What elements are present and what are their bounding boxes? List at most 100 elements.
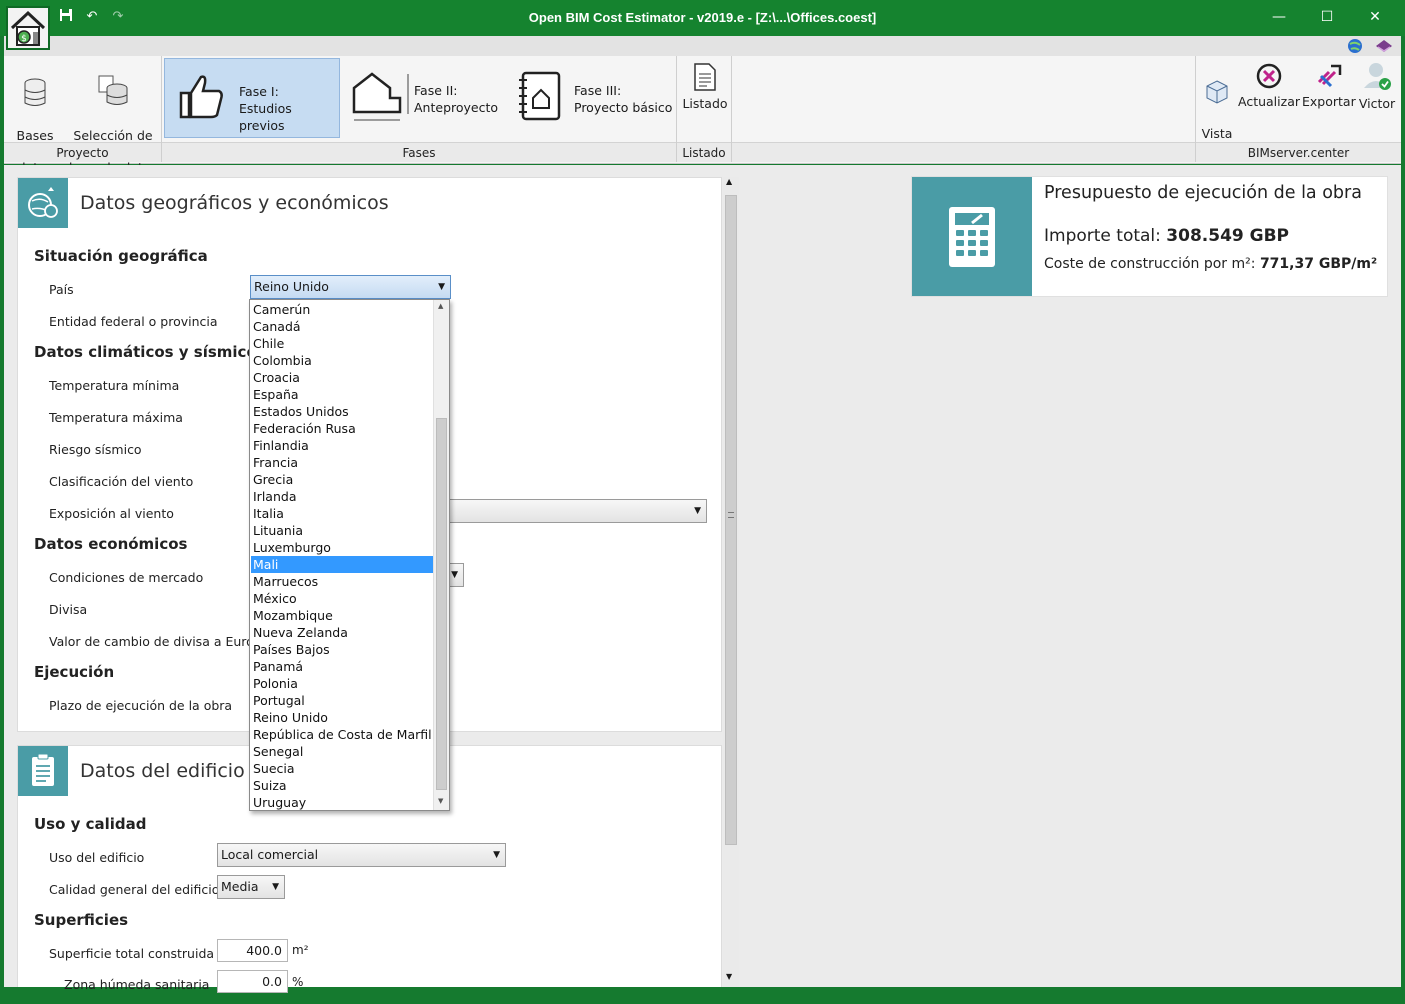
country-option[interactable]: Polonia	[251, 675, 433, 692]
exposicion-label: Exposición al viento	[49, 506, 174, 521]
country-option[interactable]: Mozambique	[251, 607, 433, 624]
globe-icon[interactable]	[1346, 37, 1364, 58]
scroll-down-icon[interactable]: ▼	[438, 797, 443, 805]
ejecucion-heading: Ejecución	[34, 663, 115, 681]
riesgo-label: Riesgo sísmico	[49, 442, 142, 457]
calculator-icon	[912, 177, 1032, 296]
country-option[interactable]: Camerún	[251, 301, 433, 318]
country-option[interactable]: Finlandia	[251, 437, 433, 454]
main-scrollbar[interactable]: ▲ ▼	[723, 177, 739, 987]
sup-total-input[interactable]: 400.0	[217, 939, 288, 962]
fase-3-button[interactable]: Fase III: Proyecto básico	[507, 58, 675, 138]
sup-total-unit: m²	[292, 943, 309, 957]
budget-title: Presupuesto de ejecución de la obra	[1044, 183, 1362, 203]
uso-select[interactable]: Local comercial ▼	[217, 843, 506, 867]
situacion-heading: Situación geográfica	[34, 247, 208, 265]
actualizar-button[interactable]: Actualizar	[1238, 62, 1300, 110]
pais-select-value: Reino Unido	[254, 279, 329, 294]
country-option[interactable]: Suiza	[251, 777, 433, 794]
country-dropdown-list[interactable]: ▲ ▼ Camerún Canadá Chile Colombia Croacia Esp…	[249, 299, 450, 811]
country-option[interactable]: Chile	[251, 335, 433, 352]
country-option[interactable]: Irlanda	[251, 488, 433, 505]
zona-humeda-unit: %	[292, 975, 304, 989]
calidad-label: Calidad general del edificio	[49, 882, 220, 897]
main-content: Datos geográficos y económicos Situación…	[4, 165, 1401, 993]
country-option[interactable]: Mali	[251, 556, 433, 573]
fase-3-line1: Fase III:	[574, 83, 622, 98]
uso-select-value: Local comercial	[221, 847, 319, 862]
help-book-icon[interactable]	[1374, 37, 1394, 58]
house-plan-icon	[352, 72, 409, 121]
dropdown-scroll-thumb[interactable]	[436, 418, 447, 790]
fase-3-line2: Proyecto básico	[574, 100, 673, 115]
maximize-button[interactable]: ☐	[1312, 6, 1342, 28]
export-bim-icon	[1317, 64, 1342, 88]
country-option[interactable]: Lituania	[251, 522, 433, 539]
temp-max-label: Temperatura máxima	[49, 410, 183, 425]
country-option[interactable]: Italia	[251, 505, 433, 522]
fase-1-button[interactable]: Fase I: Estudios previos	[164, 58, 340, 138]
dropdown-scrollbar[interactable]: ▲ ▼	[433, 300, 449, 810]
close-button[interactable]: ✕	[1360, 6, 1390, 28]
calidad-select-value: Media	[221, 879, 259, 894]
plazo-label: Plazo de ejecución de la obra	[49, 698, 233, 713]
thumbs-up-icon	[179, 75, 223, 119]
group-label-listado: Listado	[677, 142, 731, 162]
group-label-bimserver: BIMserver.center	[1196, 142, 1401, 162]
country-option[interactable]: Francia	[251, 454, 433, 471]
listado-label: Listado	[682, 96, 728, 111]
pais-label: País	[49, 282, 74, 297]
uso-label: Uso del edificio	[49, 850, 145, 865]
sup-total-label: Superficie total construida	[49, 946, 215, 961]
condiciones-label: Condiciones de mercado	[49, 570, 204, 585]
country-option[interactable]: Suecia	[251, 760, 433, 777]
country-option[interactable]: República de Costa de Marfil	[251, 726, 433, 743]
country-option[interactable]: Panamá	[251, 658, 433, 675]
country-option[interactable]: Luxemburgo	[251, 539, 433, 556]
country-option[interactable]: Marruecos	[251, 573, 433, 590]
minimize-button[interactable]: —	[1264, 6, 1294, 28]
country-option[interactable]: Portugal	[251, 692, 433, 709]
country-option[interactable]: Países Bajos	[251, 641, 433, 658]
country-option[interactable]: Uruguay	[251, 794, 433, 811]
app-logo-icon[interactable]: $	[6, 6, 50, 50]
country-option[interactable]: México	[251, 590, 433, 607]
temp-min-label: Temperatura mínima	[49, 378, 180, 393]
country-option[interactable]: Estados Unidos	[251, 403, 433, 420]
economicos-heading: Datos económicos	[34, 535, 188, 553]
chevron-down-icon: ▼	[451, 570, 458, 580]
country-option[interactable]: Reino Unido	[251, 709, 433, 726]
exposicion-select[interactable]: ▼	[438, 499, 707, 523]
user-victor-button[interactable]: Victor	[1356, 60, 1398, 112]
country-option[interactable]: Federación Rusa	[251, 420, 433, 437]
country-option[interactable]: Senegal	[251, 743, 433, 760]
scroll-up-icon[interactable]: ▲	[726, 177, 732, 186]
zona-humeda-input[interactable]: 0.0	[217, 970, 288, 993]
listado-button[interactable]: Listado	[680, 62, 730, 112]
country-option[interactable]: Nueva Zelanda	[251, 624, 433, 641]
pais-select[interactable]: Reino Unido ▼	[250, 275, 451, 299]
country-option[interactable]: Croacia	[251, 369, 433, 386]
country-option[interactable]: Canadá	[251, 318, 433, 335]
exportar-button[interactable]: Exportar	[1302, 62, 1356, 110]
country-option[interactable]: España	[251, 386, 433, 403]
title-strip	[4, 36, 1401, 56]
group-label-fases: Fases	[162, 142, 676, 162]
calidad-select[interactable]: Media ▼	[217, 875, 285, 899]
scroll-thumb[interactable]	[725, 195, 737, 845]
uso-calidad-heading: Uso y calidad	[34, 815, 147, 833]
fase-2-line2: Anteproyecto	[414, 100, 499, 115]
title-bar: ↶ ↷ Open BIM Cost Estimator - v2019.e - …	[0, 0, 1405, 36]
scroll-down-icon[interactable]: ▼	[726, 972, 732, 981]
fase-1-line1: Fase I:	[239, 84, 279, 99]
fase-2-button[interactable]: Fase II: Anteproyecto	[344, 58, 504, 138]
zona-humeda-label: Zona húmeda sanitaria	[64, 977, 210, 992]
clipboard-icon	[18, 746, 68, 796]
scroll-up-icon[interactable]: ▲	[438, 302, 443, 310]
country-option[interactable]: Colombia	[251, 352, 433, 369]
actualizar-label: Actualizar	[1238, 94, 1300, 109]
divisa-label: Divisa	[49, 602, 88, 617]
country-option[interactable]: Grecia	[251, 471, 433, 488]
user-avatar-icon	[1364, 63, 1391, 90]
chevron-down-icon: ▼	[438, 282, 445, 292]
